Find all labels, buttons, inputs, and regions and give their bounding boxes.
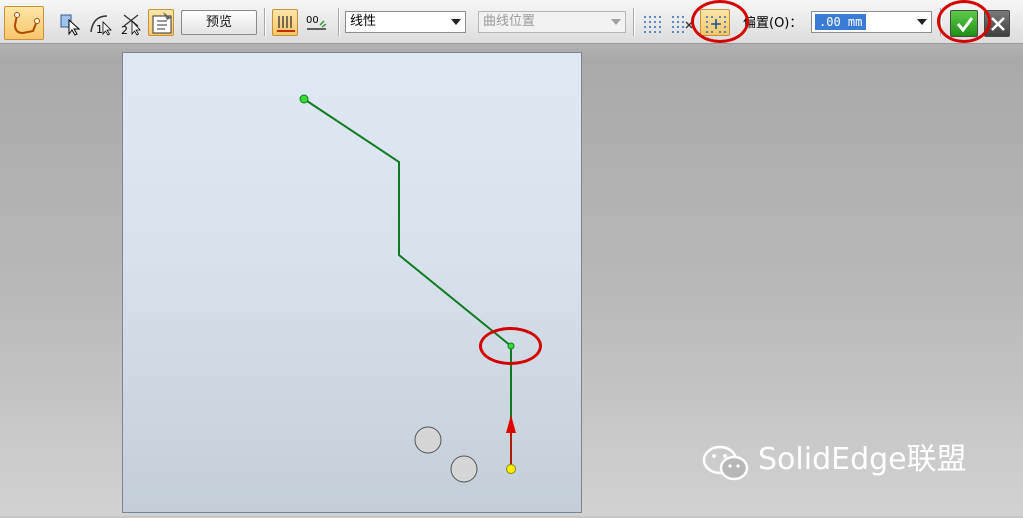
step1-arc-icon: 1: [90, 15, 112, 36]
watermark-text: SolidEdge联盟: [758, 442, 967, 477]
tangent-lines-icon: [277, 16, 295, 32]
grid-remove-icon: [672, 16, 693, 33]
preview-button[interactable]: 预览: [181, 10, 257, 35]
toolbar-separator: [338, 8, 340, 36]
sketch-canvas[interactable]: [122, 52, 582, 513]
toolbar-separator: [633, 8, 635, 36]
highlight-circle-control-point: [479, 327, 542, 365]
curve-type-select[interactable]: 线性: [345, 11, 466, 33]
svg-text:2: 2: [121, 24, 128, 37]
highlight-circle-accept: [937, 0, 991, 43]
curve-position-select[interactable]: 曲线位置: [478, 11, 626, 33]
sketch-drawing: [299, 94, 516, 483]
zero-offset-icon: 00: [306, 15, 327, 30]
curve-position-placeholder: 曲线位置: [483, 14, 536, 29]
zero-offset-button[interactable]: 00: [303, 9, 329, 36]
offset-label: 偏置(O)：: [743, 16, 803, 31]
path-command-button[interactable]: [4, 6, 44, 40]
direction-arrow-head[interactable]: [506, 415, 516, 433]
step1-button[interactable]: 1: [86, 9, 112, 36]
path-start-point[interactable]: [299, 94, 309, 104]
grid-points-icon: [644, 16, 661, 33]
step2-button[interactable]: 2: [117, 9, 143, 37]
path-end-point[interactable]: [506, 464, 516, 474]
keep-tangent-button[interactable]: [272, 9, 298, 36]
select-cursor-icon: [60, 14, 81, 36]
offset-value: .00 mm: [815, 14, 867, 30]
path-curve-icon: [13, 12, 40, 35]
cylinder-profile-1[interactable]: [414, 426, 442, 454]
options-clipboard-icon: [152, 12, 172, 34]
chevron-down-icon: [917, 19, 927, 25]
svg-text:00: 00: [306, 15, 319, 26]
wechat-icon: [702, 445, 749, 481]
highlight-circle-grid-add: [691, 0, 749, 43]
chevron-down-icon: [611, 19, 621, 25]
grid-points-button[interactable]: [639, 9, 665, 36]
path-curve[interactable]: [303, 98, 512, 470]
options-button[interactable]: [148, 9, 174, 36]
command-toolbar: 1 2 预览 00 线性 曲线位置 偏置(O)： .00 mm: [0, 0, 1023, 44]
curve-type-value: 线性: [350, 14, 377, 29]
grid-remove-button[interactable]: [667, 9, 693, 36]
cylinder-profile-2[interactable]: [450, 455, 478, 483]
select-step-button[interactable]: [56, 9, 82, 36]
svg-text:1: 1: [96, 23, 103, 36]
step2-cross-icon: 2: [121, 14, 141, 37]
toolbar-separator: [264, 8, 266, 36]
chevron-down-icon: [451, 19, 461, 25]
